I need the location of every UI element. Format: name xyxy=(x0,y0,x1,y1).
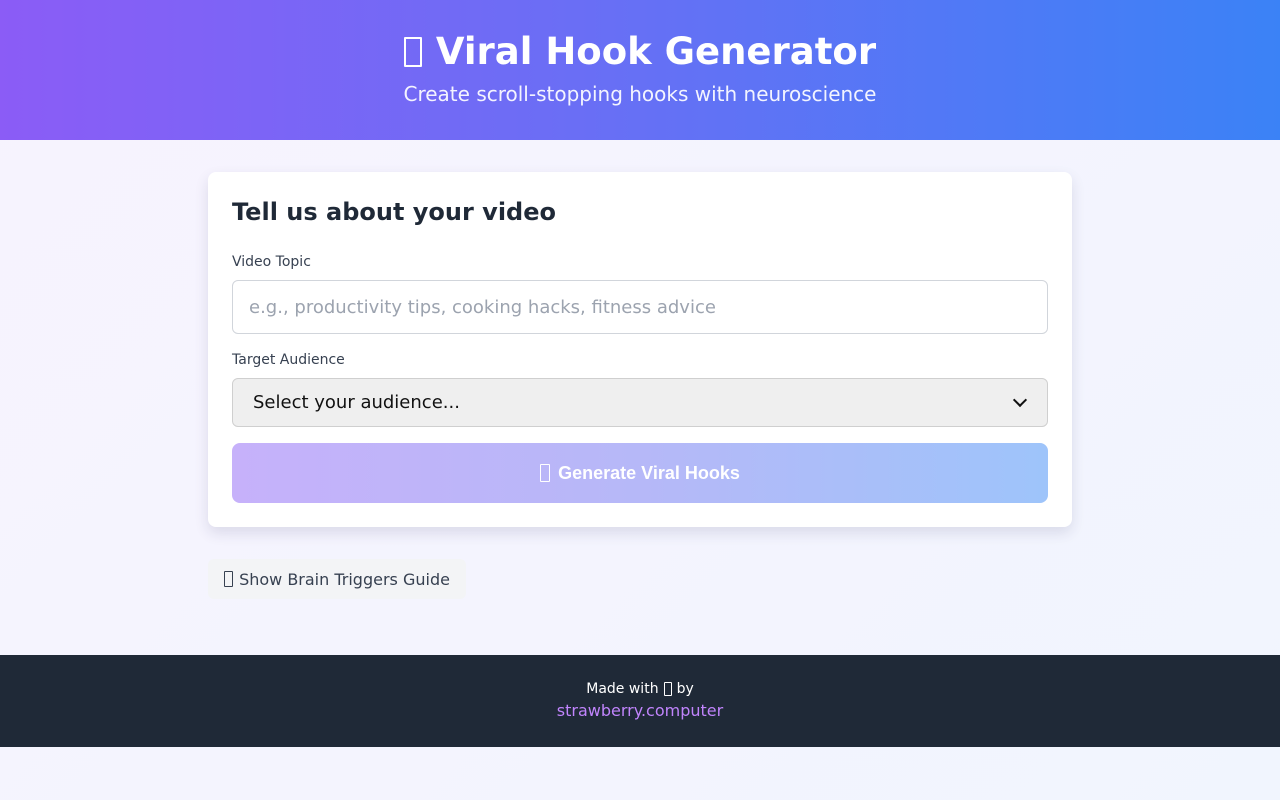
footer-link[interactable]: strawberry.computer xyxy=(0,701,1280,720)
topic-label: Video Topic xyxy=(232,254,311,270)
page-subtitle: Create scroll-stopping hooks with neuros… xyxy=(403,82,877,106)
page-title: Viral Hook Generator xyxy=(0,30,1280,74)
generate-hooks-label: Generate Viral Hooks xyxy=(558,462,740,483)
app-footer: Made with by strawberry.computer xyxy=(0,655,1280,747)
show-guide-button[interactable]: Show Brain Triggers Guide xyxy=(208,559,466,599)
footer-credit: Made with by xyxy=(0,681,1280,697)
audience-selected-value: Select your audience... xyxy=(253,392,460,413)
app-header: Viral Hook Generator Create scroll-stopp… xyxy=(0,0,1280,140)
guide-glyph-icon xyxy=(224,571,234,587)
footer-by: by xyxy=(676,681,694,697)
show-guide-label: Show Brain Triggers Guide xyxy=(239,569,450,589)
footer-made-with: Made with xyxy=(586,681,659,697)
heart-glyph-icon xyxy=(663,682,672,696)
audience-label: Target Audience xyxy=(232,352,345,368)
video-topic-input[interactable] xyxy=(232,280,1048,334)
chevron-down-icon xyxy=(1012,392,1028,408)
generate-hooks-button[interactable]: Generate Viral Hooks xyxy=(232,443,1048,503)
page-title-text: Viral Hook Generator xyxy=(435,30,877,73)
form-heading: Tell us about your video xyxy=(232,198,556,226)
generate-glyph-icon xyxy=(540,464,551,482)
target-audience-select[interactable]: Select your audience... xyxy=(232,378,1048,427)
title-glyph-icon xyxy=(403,37,422,67)
